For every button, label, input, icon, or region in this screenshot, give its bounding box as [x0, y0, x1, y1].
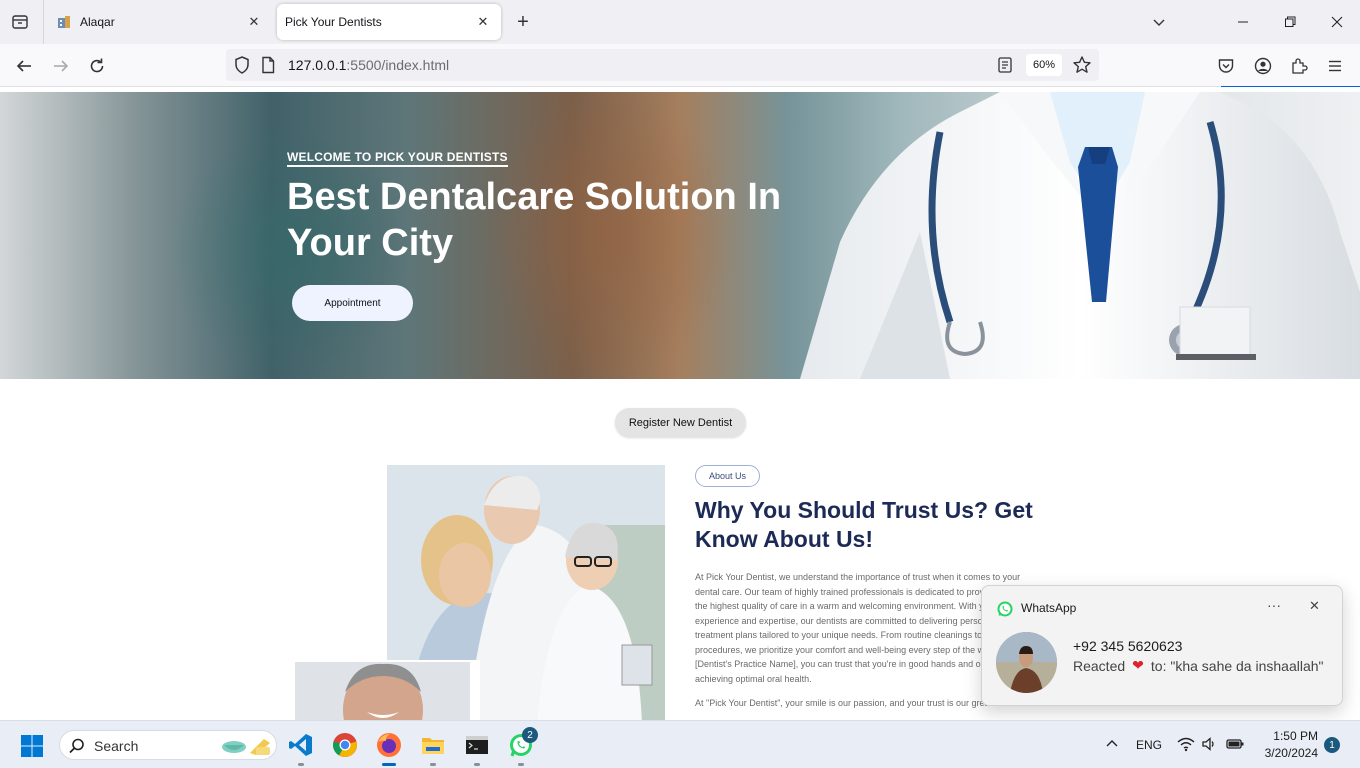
reload-icon[interactable]	[83, 52, 111, 80]
terminal-app-icon[interactable]	[461, 729, 493, 766]
appointment-button[interactable]: Appointment	[292, 285, 413, 321]
alaqar-favicon-icon	[58, 16, 70, 28]
battery-icon[interactable]	[1225, 736, 1245, 752]
minimize-icon[interactable]	[1220, 0, 1266, 44]
notification-app-name: WhatsApp	[1021, 601, 1077, 615]
shield-icon[interactable]	[232, 55, 252, 75]
windows-start-icon[interactable]	[20, 734, 44, 758]
taskbar-search-box[interactable]: Search	[59, 730, 277, 760]
chrome-app-icon[interactable]	[329, 729, 361, 761]
tab-separator	[43, 0, 44, 44]
firefox-app-icon[interactable]	[373, 729, 405, 766]
tab-pick-your-dentists[interactable]: Pick Your Dentists ✕	[277, 4, 501, 40]
heart-icon: ❤	[1132, 657, 1144, 673]
running-indicator	[382, 763, 396, 766]
hero-title: Best Dentalcare Solution In Your City	[287, 176, 782, 264]
search-label: Search	[94, 738, 139, 754]
more-options-icon[interactable]: ···	[1267, 597, 1281, 613]
smiling-patient-photo	[295, 660, 480, 720]
language-indicator[interactable]: ENG	[1136, 738, 1162, 752]
close-notification-icon[interactable]: ✕	[1309, 598, 1320, 614]
notification-sender: +92 345 5620623	[1073, 638, 1183, 654]
extensions-icon[interactable]	[1289, 56, 1309, 76]
about-title: Why You Should Trust Us? Get Know About …	[695, 497, 1033, 552]
search-icon	[69, 738, 84, 754]
running-indicator	[298, 763, 304, 766]
clock-time[interactable]: 1:50 PM	[1270, 729, 1318, 743]
whatsapp-unread-badge: 2	[522, 727, 538, 743]
clock-date[interactable]: 3/20/2024	[1254, 746, 1318, 760]
reader-view-icon[interactable]	[996, 56, 1014, 74]
url-text[interactable]: 127.0.0.1:5500/index.html	[288, 57, 449, 73]
tab-overflow-chevron-icon[interactable]	[1136, 0, 1182, 44]
hero-kicker: WELCOME TO PICK YOUR DENTISTS	[287, 150, 508, 167]
running-indicator	[430, 763, 436, 766]
file-explorer-app-icon[interactable]	[417, 729, 449, 766]
whatsapp-notification[interactable]: WhatsApp ··· ✕ +92 345 5620623 Reacted ❤…	[981, 585, 1343, 706]
whatsapp-icon	[997, 601, 1013, 617]
close-tab-icon[interactable]: ✕	[242, 10, 266, 34]
avatar	[996, 632, 1057, 693]
restore-icon[interactable]	[1267, 0, 1313, 44]
about-us-badge: About Us	[695, 465, 761, 487]
notification-message: Reacted ❤ to: "kha sahe da inshaallah"	[1073, 657, 1324, 674]
taskbar: Search ENG 1:50 PM 3/20/2024 1	[0, 720, 1360, 768]
vscode-app-icon[interactable]	[285, 729, 317, 766]
tab-title: Alaqar	[80, 15, 115, 29]
running-indicator	[474, 763, 480, 766]
page-info-icon[interactable]	[260, 56, 276, 74]
address-bar[interactable]: 127.0.0.1:5500/index.html 60%	[226, 49, 1099, 81]
back-icon[interactable]	[10, 52, 38, 80]
account-icon[interactable]	[1253, 56, 1273, 76]
zoom-level[interactable]: 60%	[1026, 54, 1062, 76]
menu-icon[interactable]	[1325, 56, 1345, 76]
navigation-bar: 127.0.0.1:5500/index.html 60%	[0, 44, 1360, 87]
pocket-icon[interactable]	[1216, 56, 1236, 76]
doctor-photo	[800, 92, 1360, 379]
tab-bar: Alaqar ✕ Pick Your Dentists ✕ +	[0, 0, 1360, 44]
tab-title: Pick Your Dentists	[285, 15, 382, 29]
notification-count-badge[interactable]: 1	[1324, 737, 1340, 753]
volume-icon[interactable]	[1201, 736, 1217, 752]
close-window-icon[interactable]	[1314, 0, 1360, 44]
tab-list-icon[interactable]	[8, 10, 32, 34]
wifi-icon[interactable]	[1177, 736, 1195, 752]
forward-icon[interactable]	[47, 52, 75, 80]
show-hidden-icons-chevron-icon[interactable]	[1104, 736, 1120, 752]
register-new-dentist-button[interactable]: Register New Dentist	[615, 408, 746, 437]
hero-banner: WELCOME TO PICK YOUR DENTISTS Best Denta…	[0, 92, 1360, 379]
new-tab-icon[interactable]: +	[511, 10, 535, 34]
bookmark-star-icon[interactable]	[1072, 55, 1092, 75]
running-indicator	[518, 763, 524, 766]
tab-alaqar[interactable]: Alaqar ✕	[46, 4, 272, 40]
close-tab-icon[interactable]: ✕	[471, 10, 495, 34]
search-highlight-icon	[222, 739, 270, 755]
